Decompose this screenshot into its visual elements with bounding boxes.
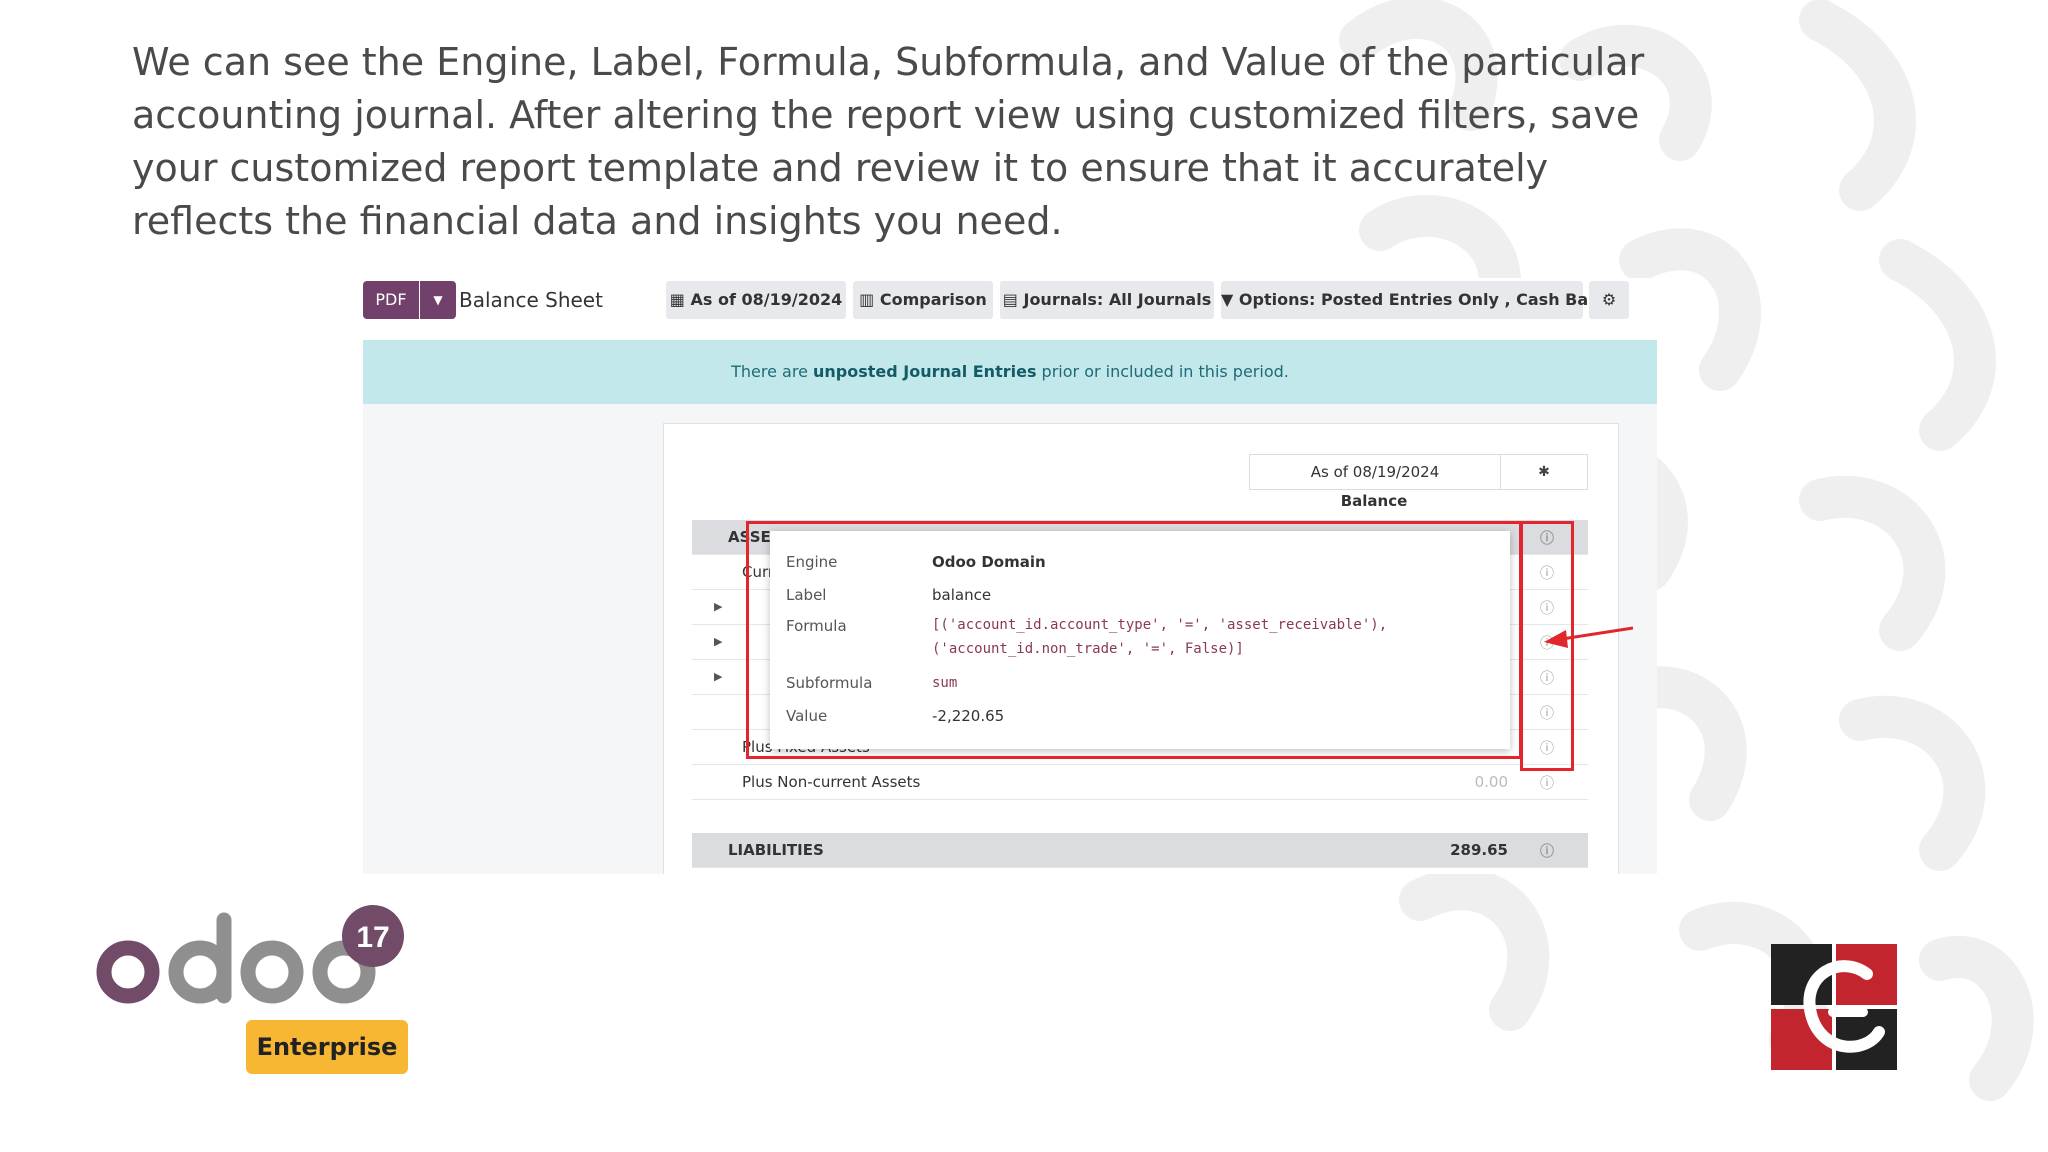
pdf-dropdown-toggle[interactable]: ▼: [420, 281, 456, 319]
pdf-button[interactable]: PDF: [363, 281, 419, 319]
journals-label: Journals: All Journals: [1023, 290, 1212, 309]
intro-paragraph: We can see the Engine, Label, Formula, S…: [132, 40, 1645, 243]
comparison-filter-button[interactable]: ▥ Comparison: [853, 281, 993, 319]
info-icon[interactable]: ⓘ: [1540, 773, 1554, 793]
bug-icon: ✱: [1538, 464, 1550, 480]
settings-button[interactable]: ⚙: [1589, 281, 1629, 319]
comparison-label: Comparison: [879, 290, 987, 309]
caret-right-icon[interactable]: ▶: [714, 635, 722, 648]
date-filter-button[interactable]: ▦ As of 08/19/2024: [666, 281, 846, 319]
book-icon: ▤: [1002, 290, 1018, 309]
debug-button[interactable]: ✱: [1500, 454, 1588, 490]
red-arrow-icon: [1544, 626, 1634, 648]
row-label: LIABILITIES: [728, 841, 824, 859]
info-icon[interactable]: ⓘ: [1540, 841, 1554, 861]
report-row-liabilities[interactable]: LIABILITIES 289.65 ⓘ: [692, 833, 1588, 868]
bar-chart-icon: ▥: [859, 290, 875, 309]
odoo-wordmark-icon: 17: [96, 905, 404, 1004]
caret-right-icon[interactable]: ▶: [714, 600, 722, 613]
filter-icon: ▼: [1221, 290, 1234, 309]
page-title: Balance Sheet: [459, 288, 603, 312]
date-filter-label: As of 08/19/2024: [690, 290, 843, 309]
version-badge: 17: [356, 921, 389, 954]
unposted-entries-banner: There are unposted Journal Entries prior…: [363, 340, 1657, 404]
enterprise-badge: Enterprise: [246, 1020, 408, 1074]
options-filter-button[interactable]: ▼ Options: Posted Entries Only , Cash Ba…: [1221, 281, 1613, 319]
gears-icon: ⚙: [1601, 290, 1617, 309]
options-label: Options: Posted Entries Only , Cash Basi…: [1238, 290, 1613, 309]
company-brand-logo: [1771, 944, 1897, 1070]
row-label: Plus Non-current Assets: [742, 773, 921, 791]
row-value: 0.00: [1474, 773, 1508, 791]
balance-column-header: Balance: [1340, 492, 1408, 510]
report-row-non-current-assets[interactable]: Plus Non-current Assets 0.00 ⓘ: [692, 765, 1588, 800]
control-panel: PDF ▼ Balance Sheet ▦ As of 08/19/2024 ▥…: [363, 278, 1657, 340]
caret-right-icon[interactable]: ▶: [714, 670, 722, 683]
date-column-header: As of 08/19/2024: [1249, 454, 1501, 490]
calendar-icon: ▦: [669, 290, 685, 309]
unposted-entries-link[interactable]: unposted Journal Entries: [813, 362, 1036, 381]
popup-highlight-box: [746, 521, 1522, 759]
journals-filter-button[interactable]: ▤ Journals: All Journals: [1000, 281, 1214, 319]
row-value: 289.65: [1450, 841, 1508, 859]
banner-prefix: There are: [731, 362, 813, 381]
banner-suffix: prior or included in this period.: [1036, 362, 1289, 381]
